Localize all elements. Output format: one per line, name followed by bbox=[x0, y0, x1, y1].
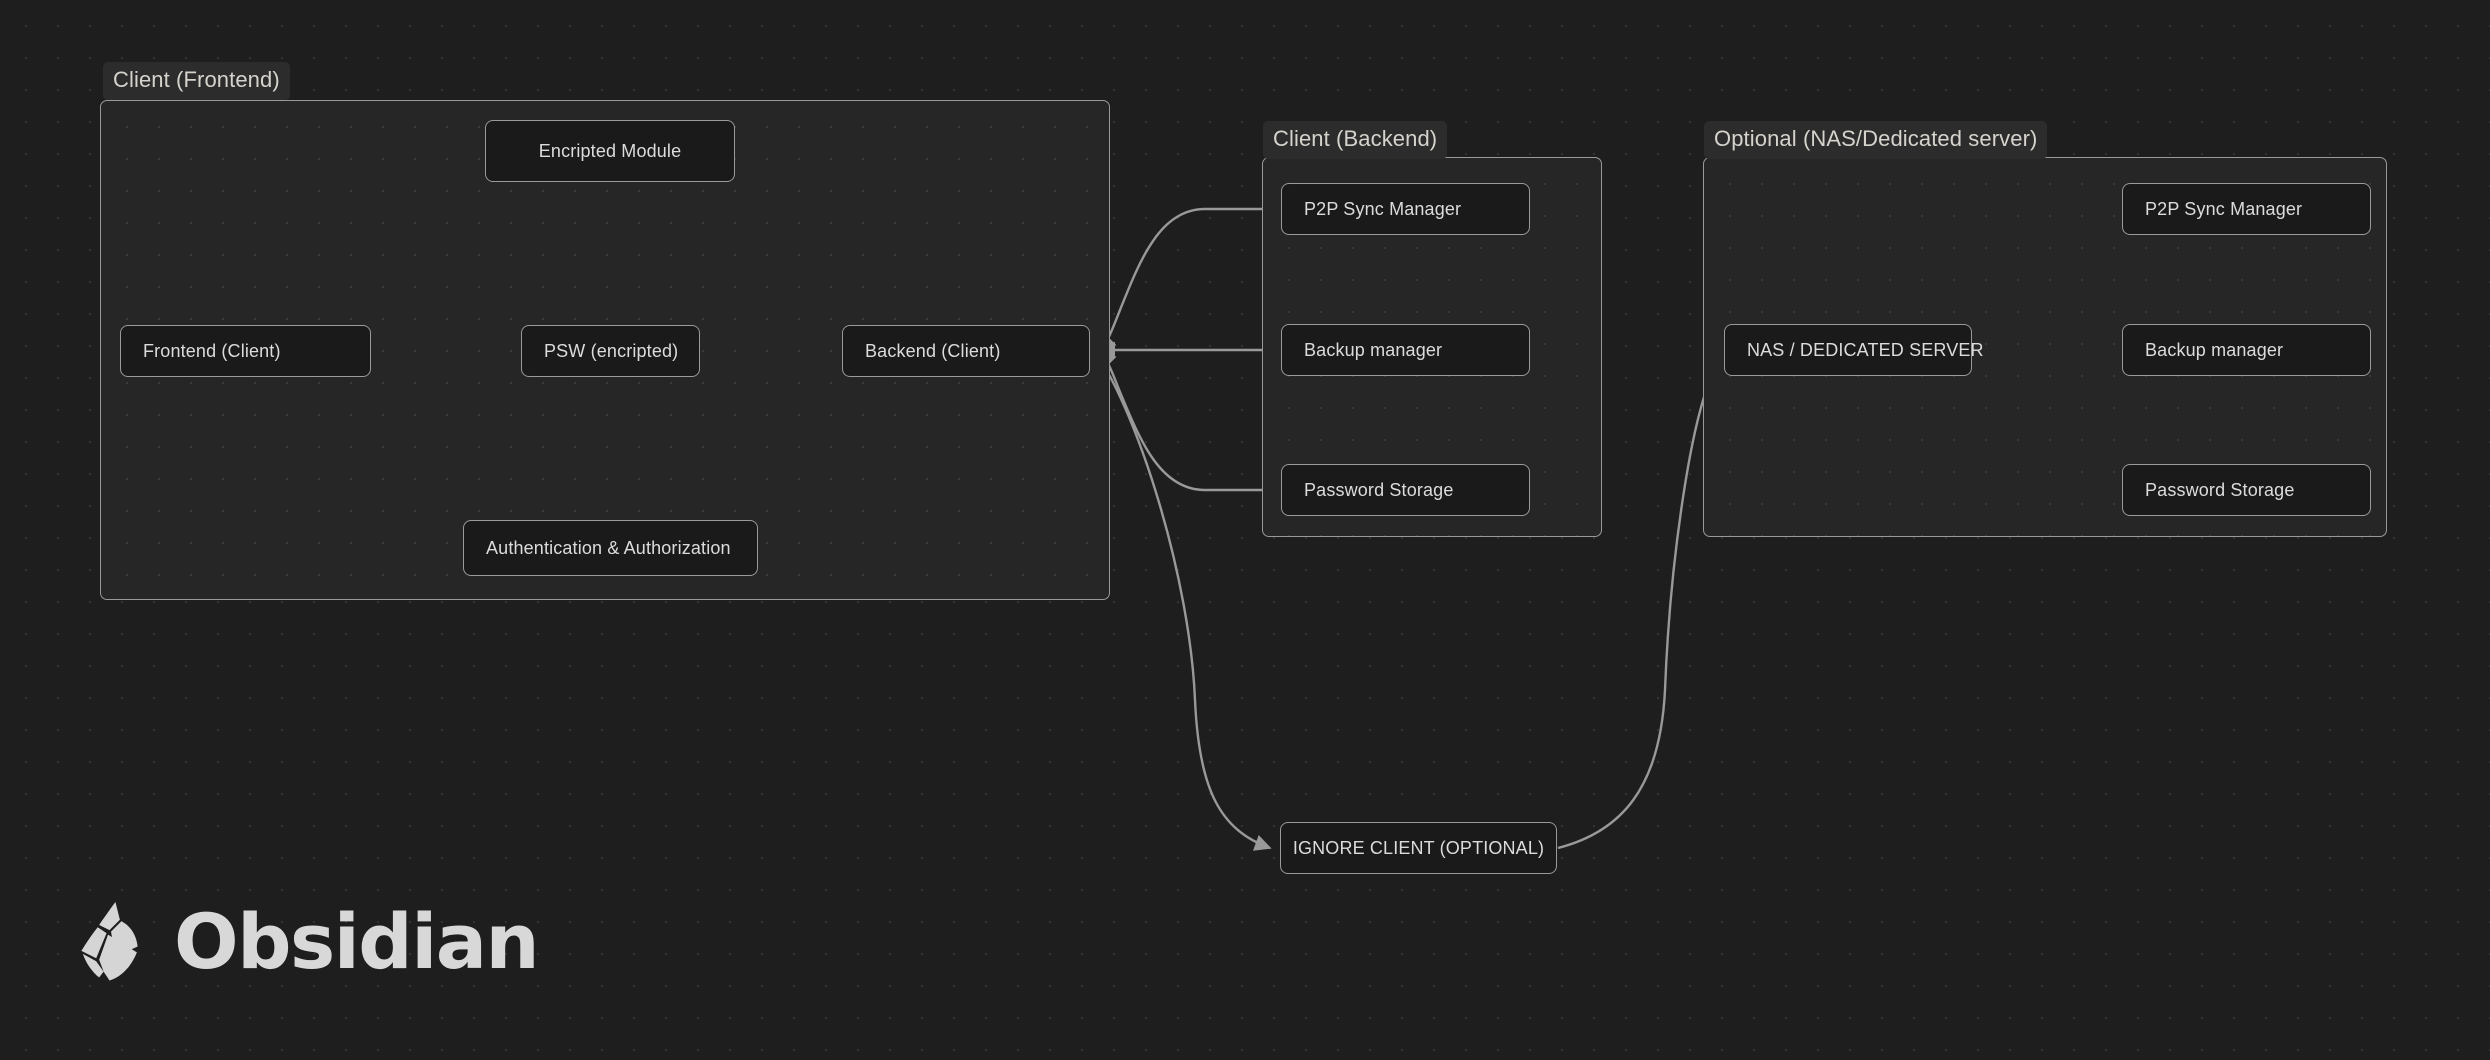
node-encripted-module-label: Encripted Module bbox=[538, 140, 682, 161]
node-backend-client[interactable]: Backend (Client) bbox=[842, 325, 1090, 377]
node-backend-client-label: Backend (Client) bbox=[865, 340, 1001, 361]
node-authentication-authorization[interactable]: Authentication & Authorization bbox=[463, 520, 758, 576]
obsidian-gem-icon bbox=[81, 902, 138, 981]
node-psw-encripted[interactable]: PSW (encripted) bbox=[521, 325, 700, 377]
edge-backend-client-to-ignore-client bbox=[1096, 355, 1272, 851]
edge-cb-storage-to-backend-client bbox=[1098, 350, 1281, 492]
obsidian-branding: Obsidian bbox=[74, 897, 540, 986]
node-authentication-authorization-label: Authentication & Authorization bbox=[486, 537, 731, 558]
node-nas-password-storage[interactable]: Password Storage bbox=[2122, 464, 2371, 516]
node-ignore-client-optional[interactable]: IGNORE CLIENT (OPTIONAL) bbox=[1280, 822, 1557, 874]
node-psw-encripted-label: PSW (encripted) bbox=[544, 340, 679, 361]
node-client-backend-backup-manager[interactable]: Backup manager bbox=[1281, 324, 1530, 376]
node-nas-backup-manager[interactable]: Backup manager bbox=[2122, 324, 2371, 376]
node-nas-p2p-sync-manager[interactable]: P2P Sync Manager bbox=[2122, 183, 2371, 235]
node-client-backend-password-storage-label: Password Storage bbox=[1304, 479, 1454, 500]
node-client-backend-password-storage[interactable]: Password Storage bbox=[1281, 464, 1530, 516]
node-client-backend-p2p-sync-manager-label: P2P Sync Manager bbox=[1304, 198, 1462, 219]
node-client-backend-backup-manager-label: Backup manager bbox=[1304, 339, 1443, 360]
diagram-canvas[interactable]: Client (Frontend) Encripted Module Front… bbox=[0, 0, 2490, 1060]
node-nas-dedicated-server[interactable]: NAS / DEDICATED SERVER bbox=[1724, 324, 1984, 376]
cluster-client-backend-label: Client (Backend) bbox=[1263, 121, 1448, 159]
node-frontend-client[interactable]: Frontend (Client) bbox=[120, 325, 371, 377]
node-nas-password-storage-label: Password Storage bbox=[2145, 479, 2295, 500]
edge-cb-p2p-to-backend-client bbox=[1098, 207, 1281, 352]
node-ignore-client-optional-label: IGNORE CLIENT (OPTIONAL) bbox=[1292, 837, 1545, 858]
node-frontend-client-label: Frontend (Client) bbox=[143, 340, 281, 361]
cluster-client-frontend-label: Client (Frontend) bbox=[103, 62, 290, 100]
node-nas-p2p-sync-manager-label: P2P Sync Manager bbox=[2145, 198, 2303, 219]
node-client-backend-p2p-sync-manager[interactable]: P2P Sync Manager bbox=[1281, 183, 1530, 235]
node-nas-dedicated-server-label: NAS / DEDICATED SERVER bbox=[1747, 339, 1984, 360]
node-encripted-module[interactable]: Encripted Module bbox=[485, 120, 735, 182]
cluster-optional-nas-label: Optional (NAS/Dedicated server) bbox=[1704, 121, 2048, 159]
node-nas-backup-manager-label: Backup manager bbox=[2145, 339, 2284, 360]
obsidian-wordmark: Obsidian bbox=[174, 897, 540, 986]
